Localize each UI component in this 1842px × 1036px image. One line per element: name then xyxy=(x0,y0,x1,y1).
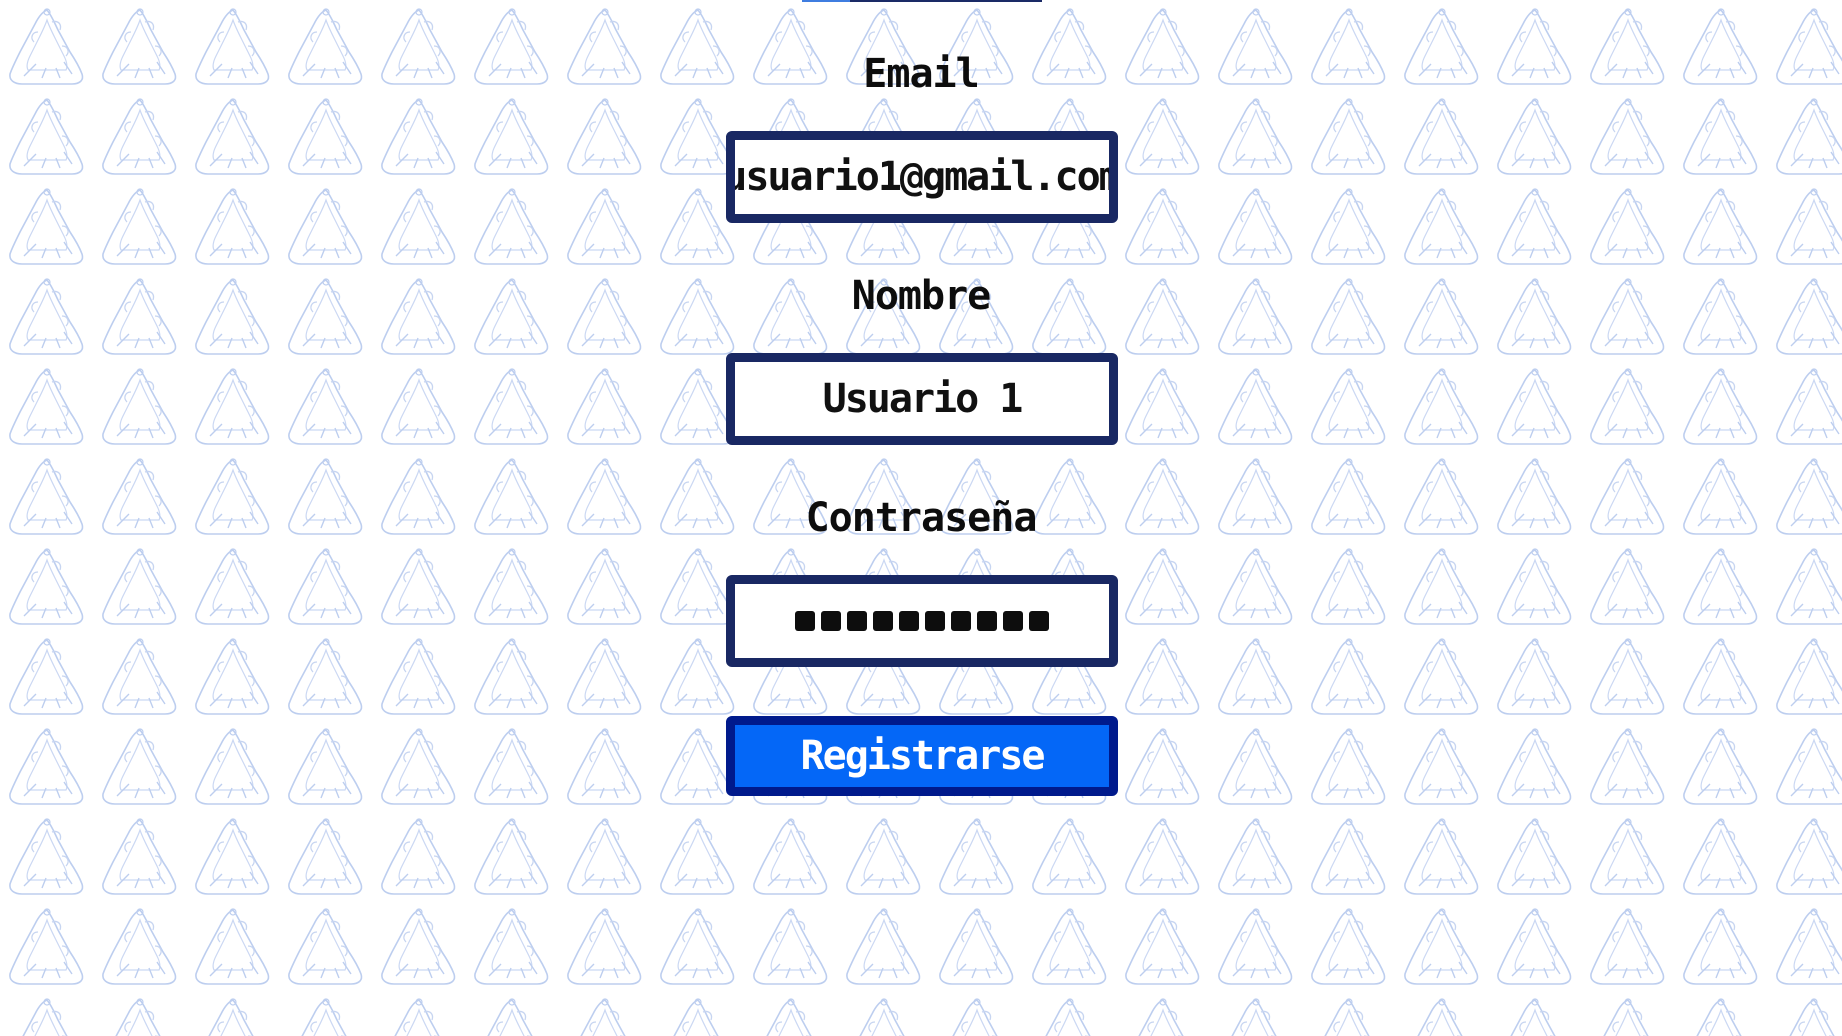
password-label: Contraseña xyxy=(805,495,1038,541)
name-label: Nombre xyxy=(851,273,992,319)
email-label: Email xyxy=(863,51,979,97)
name-field[interactable]: Usuario 1 xyxy=(726,353,1118,445)
registration-form: Email usuario1@gmail.com Nombre Usuario … xyxy=(0,0,1842,1036)
email-field[interactable]: usuario1@gmail.com xyxy=(726,131,1118,223)
password-mask-dot xyxy=(847,611,867,631)
password-mask-dot xyxy=(925,611,945,631)
register-button[interactable]: Registrarse xyxy=(726,716,1118,796)
password-mask xyxy=(795,611,1049,631)
password-mask-dot xyxy=(1003,611,1023,631)
password-mask-dot xyxy=(1029,611,1049,631)
password-mask-dot xyxy=(795,611,815,631)
password-mask-dot xyxy=(873,611,893,631)
password-mask-dot xyxy=(977,611,997,631)
password-field[interactable] xyxy=(726,575,1118,667)
password-mask-dot xyxy=(899,611,919,631)
password-mask-dot xyxy=(821,611,841,631)
password-mask-dot xyxy=(951,611,971,631)
